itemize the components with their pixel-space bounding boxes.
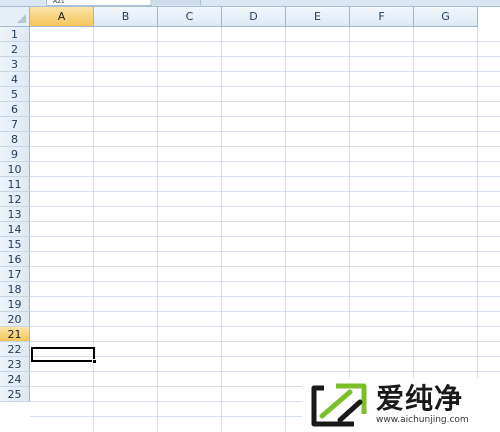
select-all-triangle-icon	[17, 14, 26, 23]
column-headers: A B C D E F G	[30, 7, 478, 27]
row-header[interactable]: 18	[0, 282, 30, 297]
row-header[interactable]: 22	[0, 342, 30, 357]
row-header[interactable]: 23	[0, 357, 30, 372]
column-header-g[interactable]: G	[414, 7, 478, 27]
row-header[interactable]: 4	[0, 72, 30, 87]
formula-bar-strip: A21	[0, 0, 500, 7]
row-header[interactable]: 25	[0, 387, 30, 402]
select-all-button[interactable]	[0, 7, 30, 27]
row-header[interactable]: 19	[0, 297, 30, 312]
formula-bar-edge	[150, 0, 201, 5]
column-header-c[interactable]: C	[158, 7, 222, 27]
watermark-logo: 爱纯净 www.aichunjing.com	[302, 378, 500, 431]
row-header[interactable]: 20	[0, 312, 30, 327]
row-header[interactable]: 7	[0, 117, 30, 132]
active-cell-a21[interactable]	[31, 347, 95, 362]
row-header[interactable]: 6	[0, 102, 30, 117]
name-box[interactable]: A21	[46, 0, 152, 6]
row-header[interactable]: 17	[0, 267, 30, 282]
watermark-url: www.aichunjing.com	[376, 414, 469, 425]
row-header[interactable]: 11	[0, 177, 30, 192]
row-header[interactable]: 12	[0, 192, 30, 207]
row-header[interactable]: 3	[0, 57, 30, 72]
row-header[interactable]: 8	[0, 132, 30, 147]
row-header[interactable]: 16	[0, 252, 30, 267]
fill-handle[interactable]	[92, 359, 97, 364]
row-header[interactable]: 5	[0, 87, 30, 102]
name-box-value: A21	[53, 0, 65, 5]
cell-area[interactable]	[30, 27, 500, 431]
column-header-f[interactable]: F	[350, 7, 414, 27]
aichunjing-logo-icon	[310, 382, 368, 428]
column-header-e[interactable]: E	[286, 7, 350, 27]
row-header[interactable]: 24	[0, 372, 30, 387]
row-header[interactable]: 1	[0, 27, 30, 42]
row-header[interactable]: 2	[0, 42, 30, 57]
watermark-name: 爱纯净	[376, 381, 464, 415]
spreadsheet-grid: A B C D E F G 1 2 3 4 5 6 7 8 9 10 11 12…	[0, 7, 500, 431]
row-header-active[interactable]: 21	[0, 327, 30, 342]
column-header-a[interactable]: A	[30, 7, 94, 27]
column-header-b[interactable]: B	[94, 7, 158, 27]
row-header[interactable]: 13	[0, 207, 30, 222]
row-header[interactable]: 15	[0, 237, 30, 252]
row-header[interactable]: 10	[0, 162, 30, 177]
column-header-d[interactable]: D	[222, 7, 286, 27]
row-header[interactable]: 9	[0, 147, 30, 162]
row-header[interactable]: 14	[0, 222, 30, 237]
row-headers: 1 2 3 4 5 6 7 8 9 10 11 12 13 14 15 16 1…	[0, 27, 30, 402]
